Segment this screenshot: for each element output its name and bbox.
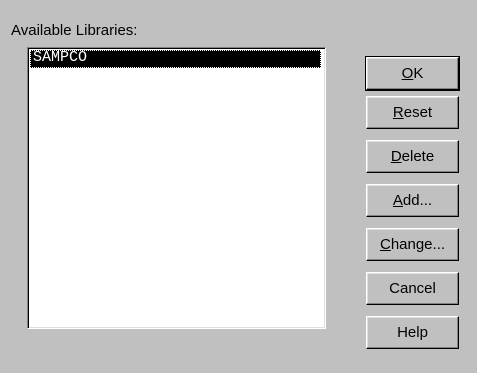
ok-label-rest: K xyxy=(413,65,424,82)
available-libraries-label: Available Libraries: xyxy=(11,22,138,39)
cancel-button[interactable]: Cancel xyxy=(366,272,459,305)
change-mnemonic: C xyxy=(379,236,391,253)
delete-label-rest: elete xyxy=(401,148,435,165)
cancel-label: Cancel xyxy=(389,280,436,297)
reset-mnemonic: R xyxy=(392,104,404,121)
reset-label-rest: eset xyxy=(403,104,433,121)
library-dialog: Available Libraries: SAMPCO OK Reset Del… xyxy=(0,0,477,373)
add-button[interactable]: Add... xyxy=(366,184,459,217)
library-item-sampco[interactable]: SAMPCO xyxy=(30,50,321,68)
change-label-rest: hange... xyxy=(390,236,446,253)
libraries-listbox[interactable]: SAMPCO xyxy=(27,47,326,329)
delete-button[interactable]: Delete xyxy=(366,140,459,173)
change-button[interactable]: Change... xyxy=(366,228,459,261)
add-mnemonic: A xyxy=(392,192,403,209)
help-label: Help xyxy=(397,324,428,341)
reset-button[interactable]: Reset xyxy=(366,96,459,129)
ok-button[interactable]: OK xyxy=(365,56,460,91)
help-button[interactable]: Help xyxy=(366,316,459,349)
delete-mnemonic: D xyxy=(390,148,402,165)
ok-mnemonic: O xyxy=(401,65,414,82)
add-label-rest: dd... xyxy=(402,192,433,209)
